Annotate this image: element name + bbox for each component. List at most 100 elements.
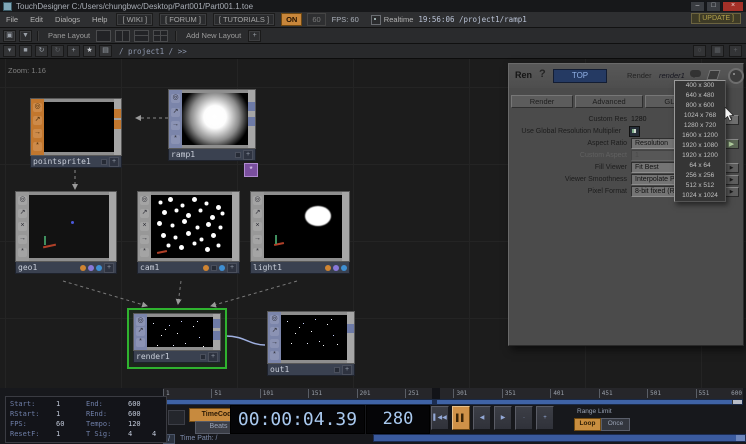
expand-button[interactable]: + <box>243 150 253 160</box>
pick-flag-icon[interactable]: * <box>18 248 27 257</box>
node-viewer[interactable] <box>151 195 232 258</box>
node-viewer[interactable] <box>281 315 347 360</box>
pane-grid-icon[interactable]: ▦ <box>711 45 724 57</box>
viewer-dot-flag[interactable] <box>96 265 102 271</box>
custom-res-width-field[interactable]: 1280 <box>631 116 677 123</box>
monitor-icon[interactable]: ▣ <box>3 30 16 42</box>
forum-link[interactable]: [ FORUM ] <box>159 13 207 26</box>
node-name-bar[interactable]: geo1 + <box>15 262 117 274</box>
tab-render[interactable]: Render <box>511 95 573 108</box>
menu-item[interactable]: 640 x 480 <box>675 91 725 101</box>
menu-edit[interactable]: Edit <box>24 15 49 24</box>
clone-flag-icon[interactable]: ↗ <box>270 327 279 336</box>
collapse-icon[interactable]: ▾ <box>3 45 16 57</box>
fill-menu-arrow-icon[interactable]: ▶ <box>724 163 739 173</box>
viewer-dot-flag[interactable] <box>219 265 225 271</box>
export-layout-icon[interactable]: ▼ <box>19 30 32 42</box>
add-layout-button[interactable]: + <box>248 30 261 42</box>
tab-advanced[interactable]: Advanced <box>575 95 643 108</box>
menu-item[interactable]: 1920 x 1080 <box>675 141 725 151</box>
render-dot-flag[interactable] <box>203 265 209 271</box>
render-dot-flag[interactable] <box>325 265 331 271</box>
loop-button[interactable]: Loop <box>574 418 601 431</box>
layout-preset-hsplit[interactable] <box>134 30 149 42</box>
node-name-bar[interactable]: pointsprite1 + <box>30 156 122 168</box>
menu-item[interactable]: 256 x 256 <box>675 171 725 181</box>
menu-item[interactable]: 1280 x 720 <box>675 121 725 131</box>
bypass-flag-icon[interactable]: × <box>253 222 262 231</box>
pause-button[interactable]: ▌▌ <box>452 406 470 430</box>
global-res-checkbox[interactable] <box>629 126 640 137</box>
node-output-strip[interactable] <box>109 192 116 261</box>
viewer-flag-icon[interactable]: ◎ <box>136 317 145 326</box>
settings-icon[interactable] <box>728 68 744 84</box>
clone-flag-icon[interactable]: ↗ <box>253 209 262 218</box>
fps-field[interactable]: 60 <box>307 13 325 26</box>
pick-flag-icon[interactable]: * <box>270 351 279 360</box>
node-viewer[interactable] <box>264 195 342 258</box>
step-forward-button[interactable]: + <box>536 406 554 430</box>
node-output-strip[interactable] <box>347 312 354 363</box>
realtime-icon[interactable] <box>371 15 381 25</box>
pick-flag-icon[interactable]: * <box>253 248 262 257</box>
expand-button[interactable]: + <box>342 365 352 375</box>
menu-file[interactable]: File <box>0 15 24 24</box>
tempo-value[interactable]: 120 <box>128 420 141 428</box>
playbar-pane-button[interactable] <box>168 410 185 425</box>
layout-preset-vsplit[interactable] <box>115 30 130 42</box>
node-output-strip[interactable] <box>342 192 349 261</box>
rend-value[interactable]: 600 <box>128 410 141 418</box>
menu-item[interactable]: 512 x 512 <box>675 181 725 191</box>
expand-button[interactable]: + <box>208 352 218 362</box>
pick-flag-icon[interactable]: * <box>171 135 180 144</box>
node-cam1[interactable]: ◎ ↗ × → * cam1 + <box>137 191 240 274</box>
close-button[interactable]: × <box>722 1 744 12</box>
stop-icon[interactable]: ■ <box>19 45 32 57</box>
menu-item[interactable]: 1024 x 768 <box>675 111 725 121</box>
rstart-value[interactable]: 1 <box>56 410 60 418</box>
node-output-strip[interactable] <box>232 192 239 261</box>
pick-flag-icon[interactable]: * <box>140 248 149 257</box>
flag-slot[interactable] <box>211 265 217 271</box>
menu-item[interactable]: 400 x 300 <box>675 81 725 91</box>
tsig-b-value[interactable]: 4 <box>152 430 156 438</box>
update-button[interactable]: [ UPDATE ] <box>691 13 741 24</box>
end-value[interactable]: 600 <box>128 400 141 408</box>
help-button[interactable]: ? <box>539 68 546 80</box>
add-bookmark-icon[interactable]: + <box>67 45 80 57</box>
power-toggle[interactable]: ON <box>281 13 302 26</box>
node-viewer[interactable] <box>147 317 213 347</box>
viewer-flag-icon[interactable]: ◎ <box>171 94 180 103</box>
tsig-a-value[interactable]: 4 <box>128 430 132 438</box>
range-end-handle[interactable] <box>732 400 742 404</box>
play-forward-button[interactable]: ▶ <box>494 406 512 430</box>
layout-preset-single[interactable] <box>96 30 111 42</box>
flag-slot[interactable] <box>101 159 107 165</box>
comment-icon[interactable] <box>690 70 701 77</box>
expand-button[interactable]: + <box>104 263 114 273</box>
format-menu-arrow-icon[interactable]: ▶ <box>724 187 739 197</box>
node-name-bar[interactable]: out1 + <box>267 364 355 376</box>
bookmark-star-icon[interactable]: ★ <box>83 45 96 57</box>
clone-flag-icon[interactable]: ↗ <box>33 116 42 125</box>
node-pointsprite1[interactable]: ◎ ↗ → * pointsprite1 + <box>30 98 122 168</box>
node-viewer[interactable] <box>29 195 109 258</box>
node-name-bar[interactable]: light1 <box>250 262 350 274</box>
ramp-palette-button[interactable]: * <box>244 163 258 177</box>
node-output-strip[interactable] <box>114 99 121 155</box>
menu-dialogs[interactable]: Dialogs <box>49 15 86 24</box>
menu-item[interactable]: 800 x 600 <box>675 101 725 111</box>
viewer-flag-icon[interactable]: ◎ <box>253 196 262 205</box>
menu-item[interactable]: 1920 x 1200 <box>675 151 725 161</box>
pane-circle-icon[interactable]: ○ <box>693 45 706 57</box>
pick-flag-icon[interactable]: * <box>33 142 42 151</box>
timeline-scrollbar[interactable] <box>373 434 746 442</box>
node-name-bar[interactable]: render1 + <box>133 351 221 363</box>
render-dot-flag[interactable] <box>80 265 86 271</box>
node-name-bar[interactable]: cam1 + <box>137 262 240 274</box>
node-out1[interactable]: ◎ ↗ → * out1 + <box>267 311 355 376</box>
maximize-button[interactable]: □ <box>706 1 721 12</box>
history-icon[interactable]: ↻ <box>51 45 64 57</box>
network-path[interactable]: / project1 / >> <box>119 47 187 56</box>
node-ramp1[interactable]: ◎ ↗ → * ramp1 + <box>168 89 256 161</box>
